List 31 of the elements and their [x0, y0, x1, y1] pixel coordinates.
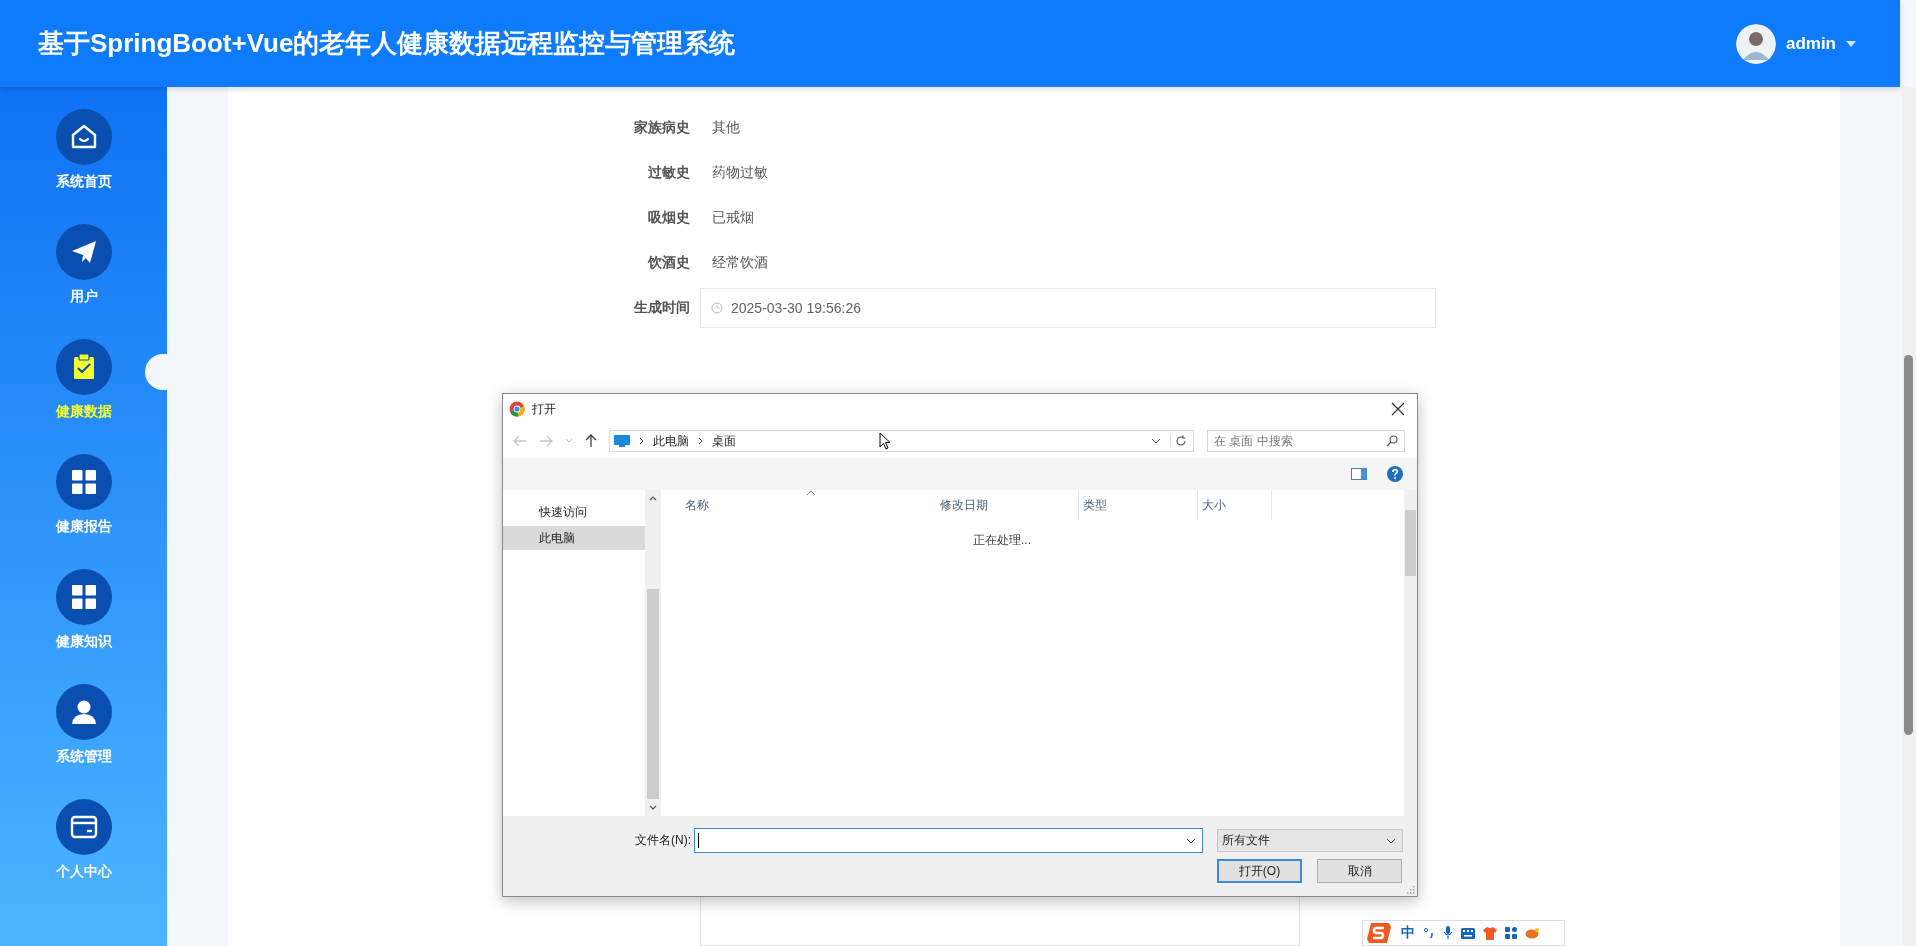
input-mode-toggle[interactable]: 中	[1401, 924, 1415, 942]
breadcrumb-item[interactable]: 此电脑	[653, 432, 689, 450]
status-text: 正在处理...	[973, 532, 1031, 549]
field-label: 吸烟史	[647, 209, 690, 228]
field-label: 过敏史	[647, 164, 690, 183]
field-value: 已戒烟	[712, 209, 754, 228]
field-label: 生成时间	[633, 299, 690, 318]
field-value: 其他	[712, 119, 740, 138]
column-header[interactable]: 大小	[1198, 490, 1272, 520]
dialog-button[interactable]: 打开(O)	[1217, 859, 1302, 883]
column-header[interactable]: 修改日期	[936, 490, 1079, 520]
app-title: 基于SpringBoot+Vue的老年人健康数据远程监控与管理系统	[38, 27, 736, 60]
column-header[interactable]: 类型	[1079, 490, 1198, 520]
field-value: 经常饮酒	[712, 254, 768, 273]
breadcrumb-item[interactable]: 桌面	[712, 432, 736, 450]
address-bar[interactable]: 此电脑 桌面	[609, 430, 1194, 452]
field-label: 家族病史	[633, 119, 690, 138]
filename-label: 文件名(N):	[634, 832, 691, 849]
column-header[interactable]: 名称	[681, 490, 936, 520]
sidebar-item[interactable]: 用户	[0, 224, 167, 306]
dialog-button[interactable]: 取消	[1317, 859, 1402, 883]
user-name[interactable]: admin	[1785, 33, 1836, 54]
nav-item[interactable]: 此电脑	[503, 526, 645, 550]
nav-item[interactable]: 快速访问	[503, 500, 645, 524]
date-field[interactable]: 2025-03-30 19:56:26	[700, 288, 1436, 329]
field-label: 饮酒史	[646, 254, 690, 273]
sidebar-item[interactable]: 系统首页	[0, 109, 167, 191]
file-type-dropdown[interactable]: 所有文件	[1217, 829, 1403, 852]
dialog-title: 打开	[532, 400, 556, 418]
field-value: 药物过敏	[712, 164, 768, 183]
search-field[interactable]: 在 桌面 中搜索	[1207, 430, 1405, 452]
